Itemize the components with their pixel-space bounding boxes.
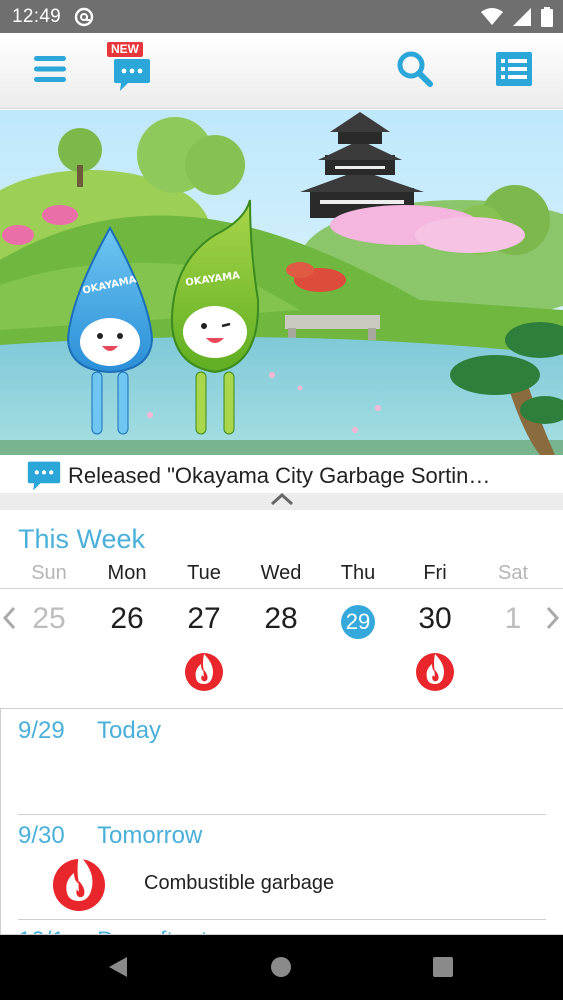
menu-button[interactable] (24, 45, 76, 97)
app-screen: 12:49 NEW OKAYAMA OKAYAMA Released "Okay… (0, 0, 563, 1000)
date-cell[interactable]: 27 (174, 602, 234, 636)
fire-icon (51, 855, 107, 917)
divider (18, 919, 546, 920)
date-cell[interactable]: 1 (483, 602, 543, 636)
hamburger-menu-icon (34, 55, 66, 88)
date-cell[interactable]: 26 (97, 602, 157, 636)
schedule-day-label: Day after tomorrow (97, 927, 301, 934)
status-bar: 12:49 (0, 0, 563, 33)
divider (0, 588, 563, 589)
schedule-day-label: Tomorrow (97, 822, 203, 849)
divider (18, 814, 546, 815)
search-button[interactable] (389, 45, 441, 97)
date-cell-today[interactable]: 29 (328, 603, 388, 639)
schedule-item-label: Combustible garbage (144, 872, 335, 894)
today-date: 29 (341, 605, 375, 639)
chat-bubble-icon (26, 458, 62, 494)
home-circle-icon[interactable] (270, 956, 292, 983)
wifi-icon (481, 8, 503, 31)
banner-illustration: OKAYAMA OKAYAMA (0, 110, 563, 455)
back-triangle-icon[interactable] (107, 955, 129, 984)
navigation-bar (0, 935, 563, 1000)
next-week-button[interactable] (546, 606, 560, 635)
prev-week-button[interactable] (2, 606, 16, 635)
list-item[interactable] (51, 851, 107, 918)
battery-icon (541, 7, 553, 32)
schedule-day-label: Today (97, 717, 162, 744)
chevron-up-icon (270, 492, 294, 511)
search-icon (396, 50, 434, 93)
date-cell[interactable]: 30 (405, 602, 465, 636)
ticker-text: Released "Okayama City Garbage Sortin… (68, 462, 491, 488)
schedule-list: 9/29 Today 9/30 Tomorrow Combustible gar… (0, 708, 563, 935)
schedule-date: 9/30 (18, 822, 65, 849)
weekday-label: Fri (423, 562, 447, 584)
at-sign-icon (74, 7, 94, 32)
fire-icon (182, 648, 226, 692)
week-section: This Week Sun Mon Tue Wed Thu Fri Sat 25… (0, 510, 563, 708)
list-icon (496, 51, 532, 91)
new-badge: NEW (106, 41, 144, 58)
app-header: NEW (0, 33, 563, 109)
week-title: This Week (18, 524, 146, 554)
weekday-label: Tue (187, 562, 221, 584)
fire-icon (413, 648, 457, 692)
news-ticker[interactable]: Released "Okayama City Garbage Sortin… (0, 455, 563, 496)
schedule-date: 10/1 (18, 927, 65, 934)
schedule-date: 9/29 (18, 717, 65, 744)
date-cell[interactable]: 25 (19, 602, 79, 636)
weekday-label: Thu (340, 562, 376, 584)
chat-bubble-icon (112, 57, 152, 98)
news-button[interactable]: NEW (106, 41, 158, 98)
list-button[interactable] (488, 45, 540, 97)
recents-square-icon[interactable] (433, 957, 453, 982)
date-cell[interactable]: 28 (251, 602, 311, 636)
status-time: 12:49 (12, 6, 62, 27)
weekday-label: Sun (31, 562, 67, 584)
status-icons (481, 7, 553, 32)
cell-signal-icon (513, 8, 531, 31)
weekday-row: Sun Mon Tue Wed Thu Fri Sat (0, 562, 563, 588)
weekday-label: Sat (497, 562, 529, 584)
collapse-toggle[interactable] (0, 492, 563, 511)
weekday-label: Wed (260, 562, 302, 584)
weekday-label: Mon (107, 562, 147, 584)
